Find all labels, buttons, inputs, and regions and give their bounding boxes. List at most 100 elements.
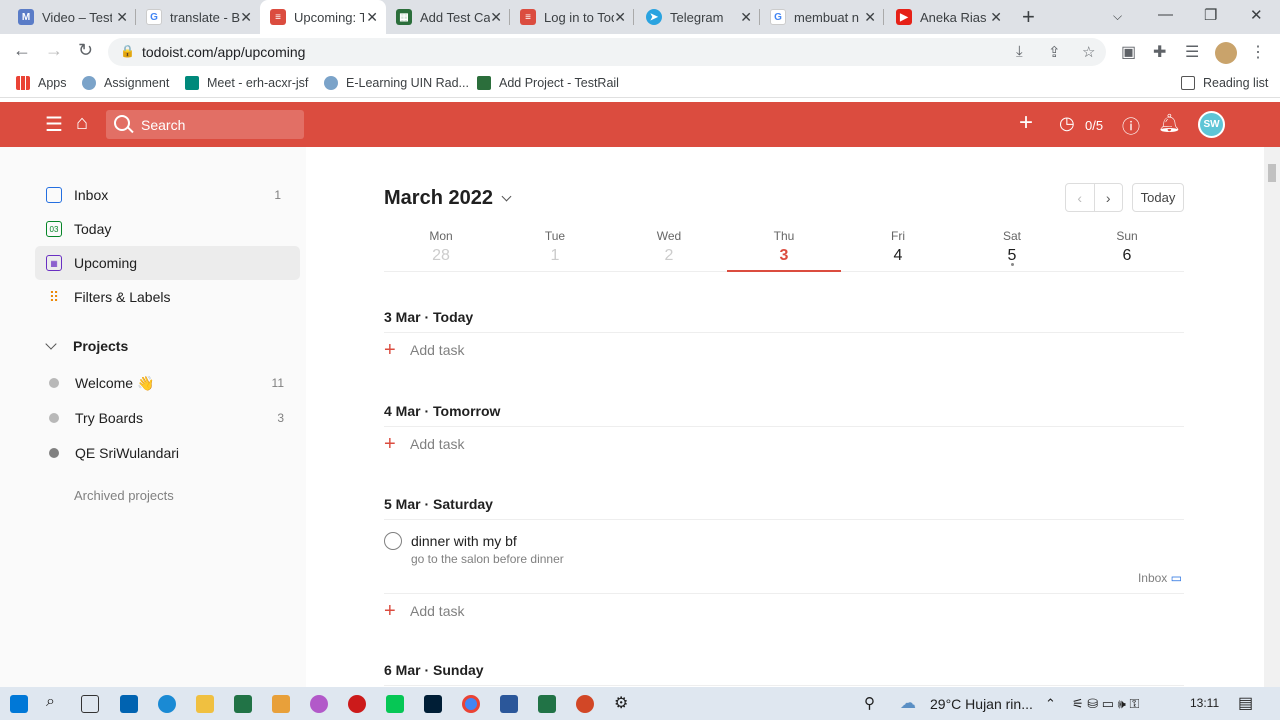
forward-icon[interactable]: → [45, 40, 63, 61]
project-item-qe-sriwulandari[interactable]: QE SriWulandari [49, 438, 289, 468]
powerpoint-icon[interactable] [576, 695, 594, 713]
scrollbar[interactable] [1264, 147, 1280, 687]
day-mon[interactable]: Mon 28 [384, 227, 498, 272]
photoshop-icon[interactable] [424, 695, 442, 713]
weather-text[interactable]: 29°C Hujan rin... [930, 696, 1033, 712]
system-tray-icons[interactable]: ⚟ ⛁ ▭ 🕪︎ ⚿ [1072, 696, 1139, 712]
chrome-icon[interactable] [462, 695, 480, 713]
user-avatar[interactable]: SW [1198, 111, 1225, 138]
window-close-icon[interactable]: ✕ [1250, 6, 1263, 24]
address-bar[interactable]: 🔒 todoist.com/app/upcoming ⤓ ⇪ ☆ [108, 38, 1106, 66]
close-tab-icon[interactable]: ✕ [490, 9, 502, 26]
mail-icon[interactable] [120, 695, 138, 713]
close-tab-icon[interactable]: ✕ [614, 9, 626, 26]
search-input[interactable]: Search [106, 110, 304, 139]
add-task-button[interactable]: + Add task [384, 333, 1184, 367]
app-icon[interactable] [272, 695, 290, 713]
task-name[interactable]: dinner with my bf [411, 533, 517, 549]
today-button[interactable]: Today [1132, 183, 1184, 212]
sidebar-item-today[interactable]: 03 Today [35, 212, 300, 246]
settings-gear-icon[interactable]: ⚙ [614, 693, 628, 713]
close-tab-icon[interactable]: ✕ [240, 9, 252, 26]
tab-search-icon[interactable]: ⌵ [1113, 9, 1122, 24]
bookmark-item[interactable]: Add Project - TestRail [477, 76, 619, 90]
url-text[interactable]: todoist.com/app/upcoming [142, 44, 305, 60]
browser-tab[interactable]: G translate - Bing ✕ [136, 0, 260, 34]
task-view-icon[interactable] [81, 695, 99, 713]
edge-icon[interactable] [158, 695, 176, 713]
bookmark-item[interactable]: E-Learning UIN Rad... [324, 76, 469, 90]
menu-kebab-icon[interactable]: ⋮ [1250, 42, 1266, 62]
day-wed[interactable]: Wed 2 [612, 227, 726, 272]
close-tab-icon[interactable]: ✕ [990, 9, 1002, 26]
browser-tab-active[interactable]: ≡ Upcoming: Todoist ✕ [260, 0, 386, 34]
projects-toggle[interactable]: Projects [45, 338, 128, 354]
music-icon[interactable] [310, 695, 328, 713]
task-project[interactable]: Inbox ▭ [1138, 571, 1182, 585]
access-icon[interactable] [234, 695, 252, 713]
browser-tab[interactable]: ▶ Aneka Rias ✕ [886, 0, 1010, 34]
browser-tab[interactable]: ▦ Add Test Case ✕ [386, 0, 510, 34]
people-icon[interactable]: ⚲ [864, 694, 875, 712]
extension-icon[interactable]: ▣ [1121, 42, 1136, 62]
excel-icon[interactable] [538, 695, 556, 713]
help-icon[interactable]: ⓘ [1122, 113, 1140, 139]
browser-tab[interactable]: M Video – Test ✕ [8, 0, 136, 34]
notifications-bell-icon[interactable]: 🔔︎ [1158, 113, 1181, 134]
home-icon[interactable]: ⌂ [76, 112, 88, 135]
reload-icon[interactable]: ↻ [78, 40, 93, 61]
notification-center-icon[interactable]: ▤ [1238, 693, 1253, 713]
sidebar-item-inbox[interactable]: Inbox 1 [35, 178, 300, 212]
opera-icon[interactable] [348, 695, 366, 713]
month-picker[interactable]: March 2022 [384, 187, 512, 210]
weather-cloud-icon[interactable]: ☁ [900, 693, 916, 713]
word-icon[interactable] [500, 695, 518, 713]
browser-tab[interactable]: ➤ Telegram ✕ [636, 0, 760, 34]
bookmark-item[interactable]: Assignment [82, 76, 169, 90]
add-task-button[interactable]: + Add task [384, 427, 1184, 461]
restore-icon[interactable]: ❐ [1204, 6, 1217, 24]
day-thu-today[interactable]: Thu 3 [727, 227, 841, 272]
tray-chevron-icon[interactable]: ⌃ [1045, 696, 1056, 712]
clock[interactable]: 13:11 [1190, 696, 1219, 710]
puzzle-extensions-icon[interactable]: ✚ [1153, 42, 1166, 62]
bookmark-star-icon[interactable]: ☆ [1082, 43, 1095, 61]
day-sat[interactable]: Sat 5 [955, 227, 1069, 272]
close-tab-icon[interactable]: ✕ [366, 9, 378, 26]
sidebar-item-filters-labels[interactable]: ⠿ Filters & Labels [35, 280, 300, 314]
close-tab-icon[interactable]: ✕ [740, 9, 752, 26]
archived-projects-link[interactable]: Archived projects [74, 488, 174, 503]
day-tue[interactable]: Tue 1 [498, 227, 612, 272]
scrollbar-thumb[interactable] [1268, 164, 1276, 182]
minimize-icon[interactable]: — [1158, 6, 1173, 23]
sidebar-item-upcoming[interactable]: ▦ Upcoming [35, 246, 300, 280]
file-explorer-icon[interactable] [196, 695, 214, 713]
close-tab-icon[interactable]: ✕ [116, 9, 128, 26]
project-item-try-boards[interactable]: Try Boards 3 [49, 403, 289, 433]
back-icon[interactable]: ← [13, 40, 31, 61]
line-icon[interactable] [386, 695, 404, 713]
day-sun[interactable]: Sun 6 [1070, 227, 1184, 272]
share-icon[interactable]: ⇪ [1048, 43, 1061, 61]
karma-count[interactable]: 0/5 [1085, 118, 1103, 133]
next-week-button[interactable]: › [1095, 184, 1123, 211]
bookmark-apps[interactable]: Apps [16, 76, 67, 90]
task-checkbox[interactable] [384, 532, 402, 550]
task-item[interactable]: dinner with my bf go to the salon before… [384, 520, 1184, 594]
day-fri[interactable]: Fri 4 [841, 227, 955, 272]
add-task-icon[interactable]: + [1019, 111, 1033, 135]
new-tab-icon[interactable]: + [1022, 4, 1035, 30]
bookmark-item[interactable]: Meet - erh-acxr-jsf [185, 76, 308, 90]
install-icon[interactable]: ⤓ [1016, 43, 1023, 60]
browser-tab[interactable]: ≡ Log in to Todoist ✕ [510, 0, 634, 34]
previous-week-button[interactable]: ‹ [1066, 184, 1095, 211]
productivity-icon[interactable]: ◷ [1059, 113, 1075, 134]
browser-tab[interactable]: G membuat n ✕ [760, 0, 884, 34]
search-icon[interactable]: ⌕ [46, 693, 55, 711]
reading-list[interactable]: Reading list [1181, 76, 1268, 90]
menu-icon[interactable]: ☰ [45, 112, 63, 137]
close-tab-icon[interactable]: ✕ [864, 9, 876, 26]
windows-start-icon[interactable] [10, 695, 28, 713]
add-task-button[interactable]: + Add task [384, 594, 1184, 628]
profile-avatar[interactable] [1215, 42, 1237, 64]
